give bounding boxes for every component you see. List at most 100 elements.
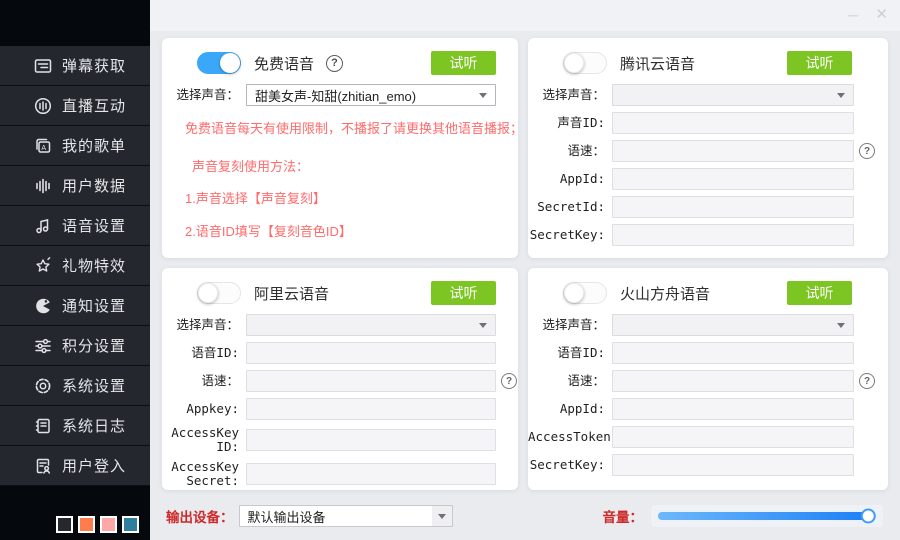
close-button[interactable]: ✕ [875,7,888,23]
main-area: ─ ✕ 免费语音 ? 试听 选择声音： 甜美女声-知甜(zhitian_emo) [150,0,900,540]
volcano-preview-button[interactable]: 试听 [787,281,852,305]
app-window: 弹幕获取 直播互动 A 我的歌单 用户数据 语音设置 礼物特效 [0,0,900,540]
voice-select-value: 甜美女声-知甜(zhitian_emo) [255,86,416,105]
volume-slider [651,505,883,527]
sidebar-item-my-playlist[interactable]: A 我的歌单 [0,126,150,166]
sidebar-item-user-data[interactable]: 用户数据 [0,166,150,206]
field-label: 语速： [528,144,612,158]
sidebar-item-label: 系统设置 [62,375,126,396]
field-label: AppId: [528,172,612,186]
sidebar-item-label: 用户登入 [62,455,126,476]
output-device-select[interactable]: 默认输出设备 [239,505,453,527]
aliyun-voice-id-input[interactable] [246,342,496,364]
volcano-speed-input[interactable] [612,370,854,392]
sidebar-menu: 弹幕获取 直播互动 A 我的歌单 用户数据 语音设置 礼物特效 [0,46,150,486]
sidebar-item-system-settings[interactable]: 系统设置 [0,366,150,406]
volcano-appid-input[interactable] [612,398,854,420]
help-icon[interactable]: ? [859,373,875,389]
free-voice-limit-note: 免费语音每天有使用限制，不播报了请更换其他语音播报； [185,118,508,137]
theme-swatch-dark[interactable] [56,516,73,533]
tencent-voice-toggle[interactable] [563,52,607,74]
field-label: AppId: [528,402,612,416]
panel-title: 火山方舟语音 [620,283,710,304]
free-voice-select[interactable]: 甜美女声-知甜(zhitian_emo) [246,84,496,106]
gift-effects-icon [33,256,53,276]
panel-volcano-voice: 火山方舟语音 试听 选择声音： 语音ID: 语速： [528,268,888,490]
sidebar-item-label: 积分设置 [62,335,126,356]
sidebar-item-label: 系统日志 [62,415,126,436]
volcano-voice-id-input[interactable] [612,342,854,364]
user-data-icon [33,176,53,196]
volcano-voice-toggle[interactable] [563,282,607,304]
tencent-secretid-input[interactable] [612,196,854,218]
tencent-appid-input[interactable] [612,168,854,190]
sidebar-item-gift-effects[interactable]: 礼物特效 [0,246,150,286]
output-device-label: 输出设备： [166,506,234,526]
free-voice-toggle[interactable] [197,52,241,74]
aliyun-appkey-input[interactable] [246,398,496,420]
volume-fill [658,512,869,520]
sidebar-item-notify-settings[interactable]: 通知设置 [0,286,150,326]
help-icon[interactable]: ? [501,373,517,389]
minimize-button[interactable]: ─ [848,7,858,23]
aliyun-speed-input[interactable] [246,370,496,392]
help-icon[interactable]: ? [859,143,875,159]
sidebar-item-label: 我的歌单 [62,135,126,156]
aliyun-accesskey-id-input[interactable] [246,429,496,451]
chevron-down-icon [432,506,452,526]
volcano-secretkey-input[interactable] [612,454,854,476]
sidebar-item-voice-settings[interactable]: 语音设置 [0,206,150,246]
output-device-value: 默认输出设备 [248,507,326,526]
field-label: 语速： [528,374,612,388]
tencent-speed-input[interactable] [612,140,854,162]
volume-label: 音量： [603,506,644,526]
theme-swatch-orange[interactable] [78,516,95,533]
sidebar-item-label: 语音设置 [62,215,126,236]
tencent-voice-select[interactable] [612,84,854,106]
sidebar-item-label: 用户数据 [62,175,126,196]
my-playlist-icon: A [33,136,53,156]
help-icon[interactable]: ? [326,55,343,72]
aliyun-voice-toggle[interactable] [197,282,241,304]
sidebar-item-live-interact[interactable]: 直播互动 [0,86,150,126]
voice-clone-step-2: 2.语音ID填写【复刻音色ID】 [185,221,518,240]
chevron-down-icon [479,93,487,98]
gear-icon [33,376,53,396]
aliyun-accesskey-secret-input[interactable] [246,463,496,485]
volcano-accesstoken-input[interactable] [612,426,854,448]
sidebar-item-points-settings[interactable]: 积分设置 [0,326,150,366]
field-label: 语音ID: [162,346,246,360]
volcano-voice-select[interactable] [612,314,854,336]
sidebar-item-user-login[interactable]: 用户登入 [0,446,150,486]
sidebar-item-danmaku[interactable]: 弹幕获取 [0,46,150,86]
chevron-down-icon [479,323,487,328]
sidebar-item-label: 通知设置 [62,295,126,316]
panel-title: 阿里云语音 [254,283,329,304]
live-interact-icon [33,96,53,116]
points-settings-icon [33,336,53,356]
theme-swatch-pink[interactable] [100,516,117,533]
tencent-voice-id-input[interactable] [612,112,854,134]
panel-aliyun-voice: 阿里云语音 试听 选择声音： 语音ID: 语速： ? [162,268,518,490]
chevron-down-icon [837,93,845,98]
field-label: 选择声音： [528,318,612,332]
volume-slider-handle[interactable] [861,509,876,524]
field-label: SecretKey: [528,458,612,472]
field-label: 选择声音： [528,88,612,102]
sidebar-item-system-log[interactable]: 系统日志 [0,406,150,446]
field-label: Appkey: [162,402,246,416]
chevron-down-icon [837,323,845,328]
voice-settings-icon [33,216,53,236]
free-preview-button[interactable]: 试听 [431,51,496,75]
tencent-preview-button[interactable]: 试听 [787,51,852,75]
field-label: 语音ID: [528,346,612,360]
tencent-secretkey-input[interactable] [612,224,854,246]
field-label: 选择声音： [162,318,246,332]
volume-slider-track[interactable] [658,512,876,520]
panel-title: 免费语音 [254,53,314,74]
theme-swatch-teal[interactable] [122,516,139,533]
aliyun-preview-button[interactable]: 试听 [431,281,496,305]
svg-text:A: A [41,144,46,151]
aliyun-voice-select[interactable] [246,314,496,336]
field-label: AccessKey Secret: [162,460,246,488]
